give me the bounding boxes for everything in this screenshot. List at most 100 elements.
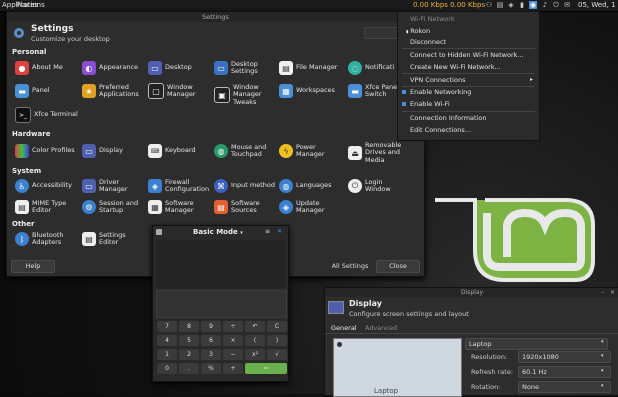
appearance-label: Appearance <box>99 63 139 72</box>
calc-menu-icon[interactable]: ≡ <box>265 228 270 235</box>
calc-key[interactable]: 0 <box>157 363 177 374</box>
wm-tweaks-item[interactable]: ▣ Window Manager Tweaks <box>214 80 276 110</box>
display-titlebar[interactable]: Display <box>325 288 618 297</box>
calc-key[interactable]: 5 <box>179 335 199 346</box>
places-menu[interactable]: Places <box>16 1 38 9</box>
bell-icon[interactable]: ✉ <box>563 1 571 9</box>
enable-wifi-item[interactable]: Enable Wi-Fi <box>410 100 450 108</box>
keyboard-item[interactable]: ⌨ Keyboard <box>148 140 196 162</box>
calc-display[interactable] <box>156 290 287 318</box>
battery-icon[interactable]: ▮ <box>518 1 526 9</box>
driver-manager-item[interactable]: ▭ Driver Manager <box>82 175 144 197</box>
power-manager-item[interactable]: ϟ Power Manager <box>279 140 341 162</box>
panel-item[interactable]: ▬ Panel <box>15 80 50 102</box>
power-icon[interactable]: ⏻ <box>552 1 560 9</box>
session-startup-item[interactable]: ⚙ Session and Startup <box>82 196 144 218</box>
input-method-item[interactable]: ⌘ Input method <box>214 175 275 197</box>
bluetooth-item[interactable]: ᛒ Bluetooth Adapters <box>15 228 77 250</box>
create-new-wifi-item[interactable]: Create New Wi-Fi Network... <box>410 63 501 71</box>
panel-switch-icon: ▬ <box>348 84 362 98</box>
calc-key[interactable]: 7 <box>157 321 177 332</box>
window-manager-item[interactable]: ▢ Window Manager <box>148 80 208 102</box>
clock[interactable]: 05, Wed, 1 <box>578 1 616 9</box>
accessibility-item[interactable]: ♿ Accessibility <box>15 175 72 197</box>
minimize-icon[interactable]: – <box>601 289 604 296</box>
calc-key[interactable]: 8 <box>179 321 199 332</box>
shield-icon[interactable]: ◈ <box>507 1 515 9</box>
firewall-item[interactable]: ◈ Firewall Configuration <box>148 175 212 197</box>
tab-advanced[interactable]: Advanced <box>365 324 397 332</box>
desktop-item[interactable]: ▭ Desktop <box>148 57 192 79</box>
chevron-down-icon: ▾ <box>601 353 604 359</box>
mouse-item[interactable]: ◍ Mouse and Touchpad <box>214 140 276 162</box>
calc-key[interactable]: ( <box>245 335 265 346</box>
mime-editor-item[interactable]: ▤ MIME Type Editor <box>15 196 77 218</box>
enable-networking-item[interactable]: Enable Networking <box>410 88 471 96</box>
calc-key[interactable]: ÷ <box>223 321 243 332</box>
refresh-select[interactable]: 60.1 Hz <box>518 366 611 378</box>
link-icon[interactable]: ⚇ <box>485 1 493 9</box>
network-rokon[interactable]: ◖ Rokon <box>406 27 430 35</box>
clipboard-icon[interactable]: ▤ <box>496 1 504 9</box>
display-item[interactable]: ▭ Display <box>82 140 123 162</box>
color-profiles-item[interactable]: Color Profiles <box>15 140 75 162</box>
connect-hidden-item[interactable]: Connect to Hidden Wi-Fi Network... <box>410 51 524 59</box>
about-me-item[interactable]: ● About Me <box>15 57 63 79</box>
calc-key[interactable]: − <box>223 349 243 360</box>
checkbox-wifi-icon[interactable] <box>402 102 406 106</box>
workspaces-item[interactable]: ▦ Workspaces <box>279 80 335 102</box>
login-window-item[interactable]: ⏻ Login Window <box>348 175 410 197</box>
edit-connections-item[interactable]: Edit Connections... <box>410 126 471 134</box>
tab-general[interactable]: General <box>331 324 357 332</box>
calc-key[interactable]: ↶ <box>245 321 265 332</box>
calc-key[interactable]: 2 <box>179 349 199 360</box>
calc-key[interactable]: 3 <box>201 349 221 360</box>
calc-key[interactable]: 6 <box>201 335 221 346</box>
calc-key[interactable]: + <box>223 363 243 374</box>
volume-icon[interactable]: ♪ <box>541 1 549 9</box>
calc-key[interactable]: √ <box>267 349 287 360</box>
wifi-icon[interactable]: ◉ <box>529 1 537 9</box>
calc-key[interactable]: 9 <box>201 321 221 332</box>
appearance-item[interactable]: ◐ Appearance <box>82 57 138 79</box>
calc-key[interactable]: ) <box>267 335 287 346</box>
languages-item[interactable]: ◍ Languages <box>279 175 331 197</box>
login-icon: ⏻ <box>348 179 362 193</box>
removable-drives-item[interactable]: ⏏ Removable Drives and Media <box>348 138 420 168</box>
monitor-preview[interactable]: Laptop <box>333 338 462 397</box>
calc-key[interactable]: . <box>179 363 199 374</box>
preferred-apps-item[interactable]: ★ Preferred Applications <box>82 80 144 102</box>
settings-editor-item[interactable]: ▤ Settings Editor <box>82 228 144 250</box>
xfce-terminal-item[interactable]: >_ Xfce Terminal <box>15 104 78 126</box>
calc-key[interactable]: % <box>201 363 221 374</box>
calc-key[interactable]: x² <box>245 349 265 360</box>
settings-titlebar[interactable]: Settings <box>7 12 424 22</box>
monitor-select[interactable]: Laptop <box>465 338 608 350</box>
vpn-connections-item[interactable]: VPN Connections <box>410 76 465 84</box>
all-settings-button[interactable]: All Settings <box>328 260 372 273</box>
calc-key[interactable]: × <box>223 335 243 346</box>
calc-key[interactable]: 1 <box>157 349 177 360</box>
palette-icon: ◐ <box>82 61 96 75</box>
notifications-item[interactable]: ◌ Notificati <box>348 57 394 79</box>
connection-info-item[interactable]: Connection Information <box>410 114 486 122</box>
desktop-settings-item[interactable]: ▭ Desktop Settings <box>214 57 274 79</box>
resolution-select[interactable]: 1920x1080 <box>518 351 611 363</box>
close-button[interactable]: Close <box>376 260 420 273</box>
update-manager-item[interactable]: ◈ Update Manager <box>279 196 341 218</box>
calc-key[interactable]: 4 <box>157 335 177 346</box>
calc-key[interactable]: = <box>245 363 287 374</box>
help-button[interactable]: Help <box>11 260 55 273</box>
calc-key[interactable]: C <box>267 321 287 332</box>
checkbox-networking-icon[interactable] <box>402 90 406 94</box>
file-manager-item[interactable]: ▤ File Manager <box>279 57 337 79</box>
rotation-select[interactable]: None <box>518 381 611 393</box>
calc-close-icon[interactable]: ✕ <box>277 228 282 235</box>
software-manager-item[interactable]: ▦ Software Manager <box>148 196 210 218</box>
window-close-icon[interactable]: ✕ <box>610 289 615 296</box>
software-sources-item[interactable]: ▤ Software Sources <box>214 196 276 218</box>
section-personal: Personal <box>12 48 47 56</box>
mode-selector[interactable]: Basic Mode ▾ <box>193 228 243 236</box>
disconnect-item[interactable]: Disconnect <box>410 38 446 46</box>
person-icon: ● <box>15 61 29 75</box>
